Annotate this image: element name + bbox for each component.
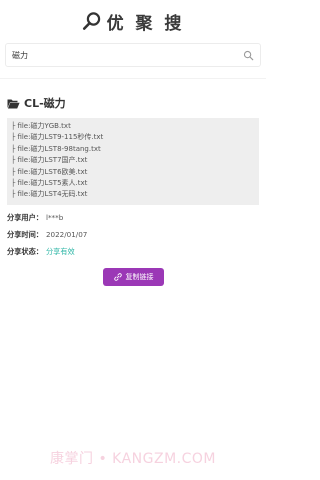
share-time-label: 分享时间：: [7, 230, 43, 239]
file-item: ├ file:磁力LST7国产.txt: [11, 156, 88, 165]
search-bar: [5, 43, 261, 67]
file-item: ├ file:磁力LST6欧美.txt: [11, 167, 88, 176]
share-status-label: 分享状态：: [7, 247, 43, 256]
page: 优 聚 搜 CL-磁力 ├ file:磁力YGB.txt ├ file:磁力LS…: [0, 0, 266, 480]
share-status-row: 分享状态： 分享有效: [7, 246, 75, 258]
file-item: ├ file:磁力LST9-115秒传.txt: [11, 133, 104, 142]
site-header: 优 聚 搜: [0, 8, 266, 34]
file-item: ├ file:磁力LST5素人.txt: [11, 179, 88, 188]
file-item: ├ file:磁力YGB.txt: [11, 122, 71, 130]
magnifier-icon: [82, 12, 100, 30]
site-title: 优 聚 搜: [106, 13, 185, 34]
watermark: 康掌门 • KANGZM.COM: [50, 451, 216, 467]
share-user-label: 分享用户：: [7, 213, 43, 222]
copy-link-label: 复制链接: [125, 273, 154, 281]
link-icon: [113, 273, 122, 281]
file-item: ├ file:磁力LST8-98tang.txt: [11, 144, 101, 153]
folder-header: CL-磁力: [7, 95, 66, 111]
folder-open-icon: [7, 99, 20, 108]
share-time-value: 2022/01/07: [45, 230, 88, 239]
share-user-value: l***b: [45, 213, 64, 222]
share-user-row: 分享用户： l***b: [7, 212, 63, 224]
search-button[interactable]: [243, 50, 254, 61]
file-item: ├ file:磁力LST4无码.txt: [11, 190, 88, 199]
share-time-row: 分享时间： 2022/01/07: [7, 229, 87, 241]
search-input[interactable]: [12, 47, 232, 63]
divider: [0, 78, 266, 79]
search-icon: [243, 50, 254, 61]
share-status-value: 分享有效: [45, 247, 75, 256]
file-list: ├ file:磁力YGB.txt ├ file:磁力LST9-115秒传.txt…: [7, 118, 259, 205]
copy-link-button[interactable]: 复制链接: [103, 268, 164, 286]
folder-name: CL-磁力: [24, 97, 66, 110]
